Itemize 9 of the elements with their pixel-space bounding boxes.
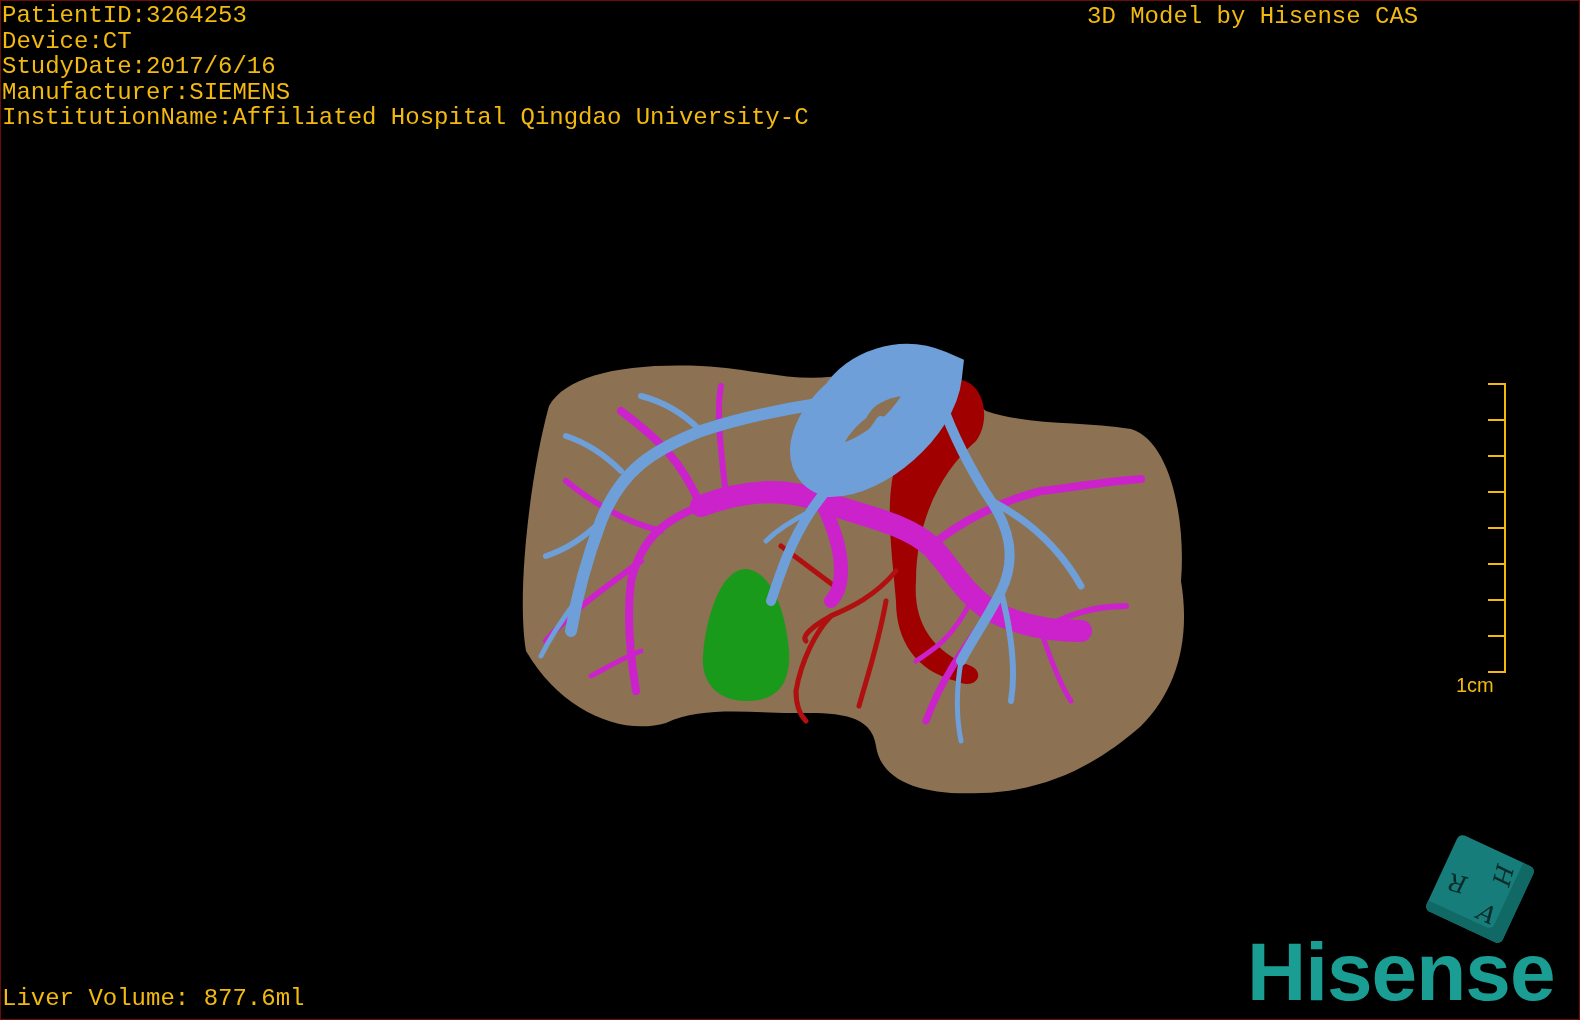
info-line: Manufacturer:SIEMENS [2,79,291,105]
orientation-cube[interactable]: H R A [1424,833,1536,945]
scale-label: 1cm [1456,674,1494,696]
liver-volume-text: Liver Volume: 877.6ml [2,986,305,1012]
info-line: StudyDate:2017/6/16 [2,54,276,80]
model-credit-text: 3D Model by Hisense CAS [1087,4,1419,30]
info-line: PatientID:3264253 [2,3,247,29]
info-line: InstitutionName:Affiliated Hospital Qingdao University-C [2,105,809,131]
info-line: Device:CT [2,28,132,54]
